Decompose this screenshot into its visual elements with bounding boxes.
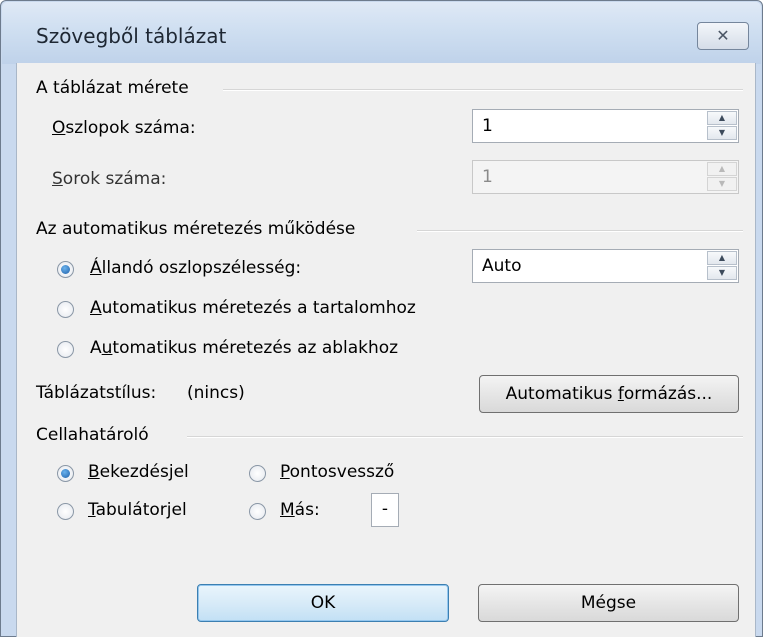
fixed-width-spin-buttons[interactable]: ▲ ▼ — [707, 251, 737, 281]
rows-label: Sorok száma: — [52, 169, 167, 189]
other-label[interactable]: Más: — [280, 500, 320, 520]
semicolon-label[interactable]: Pontosvessző — [280, 462, 394, 482]
columns-spinner[interactable]: 1 ▲ ▼ — [472, 109, 739, 143]
other-radio[interactable] — [249, 503, 266, 520]
tab-radio[interactable] — [57, 503, 74, 520]
cancel-button[interactable]: Mégse — [478, 584, 739, 622]
close-button[interactable]: ✕ — [697, 22, 749, 50]
columns-value: 1 — [482, 116, 493, 136]
spin-up-icon[interactable]: ▲ — [707, 111, 737, 125]
table-size-group-label: A táblázat mérete — [36, 78, 189, 98]
separator-divider — [187, 436, 743, 438]
tab-label[interactable]: Tabulátorjel — [88, 500, 187, 520]
spin-down-icon[interactable]: ▼ — [707, 266, 737, 280]
spin-up-icon: ▲ — [707, 162, 737, 176]
paragraph-radio[interactable] — [57, 465, 74, 482]
title-bar[interactable]: Szövegből táblázat ✕ — [2, 2, 761, 64]
autofit-window-radio[interactable] — [57, 341, 74, 358]
separator-group-label: Cellahatároló — [36, 425, 149, 445]
spin-down-icon: ▼ — [707, 177, 737, 191]
spin-down-icon[interactable]: ▼ — [707, 126, 737, 140]
fixed-width-value: Auto — [482, 256, 522, 276]
ok-button[interactable]: OK — [197, 584, 449, 622]
spin-up-icon[interactable]: ▲ — [707, 251, 737, 265]
table-style-value: (nincs) — [187, 383, 245, 403]
autofit-divider — [417, 230, 743, 232]
fixed-width-radio[interactable] — [57, 261, 74, 278]
table-style-label: Táblázatstílus: — [36, 383, 157, 403]
other-separator-input[interactable]: - — [371, 493, 399, 527]
rows-spin-buttons: ▲ ▼ — [707, 162, 737, 192]
fixed-width-label[interactable]: Állandó oszlopszélesség: — [90, 258, 301, 278]
rows-value: 1 — [482, 167, 493, 187]
dialog-body: A táblázat mérete Oszlopok száma: 1 ▲ ▼ … — [16, 63, 756, 637]
close-icon: ✕ — [716, 26, 730, 45]
autofit-contents-radio[interactable] — [57, 301, 74, 318]
dialog-title: Szövegből táblázat — [36, 24, 227, 48]
table-size-divider — [223, 89, 743, 91]
autofit-window-label[interactable]: Automatikus méretezés az ablakhoz — [90, 338, 398, 358]
paragraph-label[interactable]: Bekezdésjel — [88, 462, 189, 482]
autoformat-button[interactable]: Automatikus formázás... — [479, 375, 739, 413]
semicolon-radio[interactable] — [249, 465, 266, 482]
columns-spin-buttons[interactable]: ▲ ▼ — [707, 111, 737, 141]
autofit-contents-label[interactable]: Automatikus méretezés a tartalomhoz — [90, 298, 416, 318]
rows-spinner: 1 ▲ ▼ — [472, 160, 739, 194]
columns-label: Oszlopok száma: — [52, 118, 196, 138]
fixed-width-spinner[interactable]: Auto ▲ ▼ — [472, 249, 739, 283]
autofit-group-label: Az automatikus méretezés működése — [36, 219, 356, 239]
